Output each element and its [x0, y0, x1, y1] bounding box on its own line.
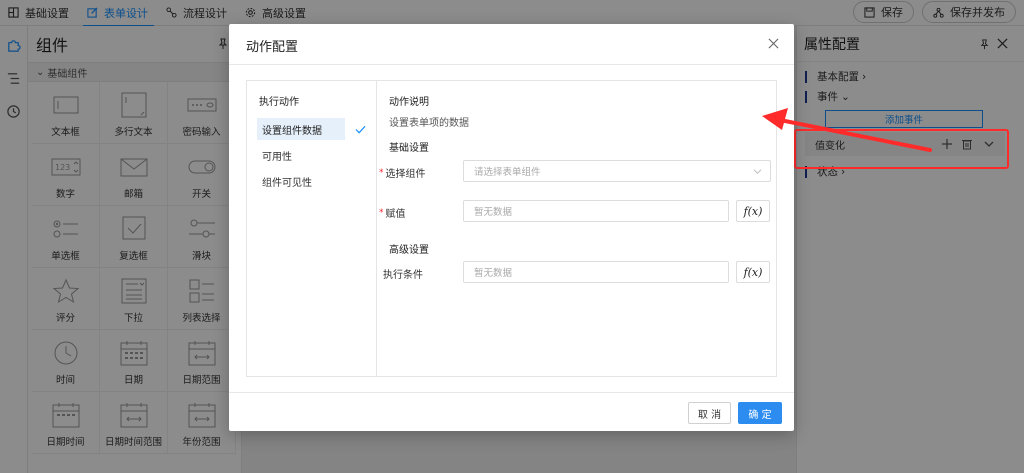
- action-label: 组件可见性: [262, 177, 312, 189]
- dialog-title: 动作配置: [246, 40, 299, 55]
- confirm-button[interactable]: 确 定: [738, 402, 782, 424]
- input-placeholder: 暂无数据: [474, 207, 513, 218]
- fx-label: f(x): [743, 265, 763, 279]
- cancel-button[interactable]: 取 消: [688, 402, 731, 424]
- desc-title: 动作说明: [389, 97, 429, 108]
- action-item-visibility[interactable]: 组件可见性: [257, 170, 345, 192]
- fx-label: f(x): [743, 204, 763, 218]
- select-component-label: * 选择组件: [379, 165, 426, 181]
- advanced-settings-title: 高级设置: [389, 245, 429, 256]
- assign-label: * 赋值: [379, 205, 406, 221]
- field-label: 赋值: [385, 209, 406, 220]
- action-item-set-data[interactable]: 设置组件数据: [257, 118, 345, 140]
- action-config-dialog: 动作配置 执行动作 设置组件数据 可用性 组件可见性 动作说明 设置表单项的数据…: [229, 24, 794, 431]
- action-list-title: 执行动作: [259, 97, 299, 108]
- select-component-select[interactable]: 请选择表单组件: [463, 160, 771, 182]
- required-mark: *: [379, 207, 384, 218]
- condition-formula-button[interactable]: f(x): [736, 261, 770, 283]
- chevron-down-icon: [753, 169, 762, 175]
- condition-label: 执行条件: [383, 266, 423, 281]
- required-mark: *: [379, 167, 384, 178]
- dialog-body: 执行动作 设置组件数据 可用性 组件可见性 动作说明 设置表单项的数据 基础设置…: [246, 80, 777, 377]
- input-placeholder: 暂无数据: [474, 268, 513, 279]
- select-placeholder: 请选择表单组件: [474, 167, 541, 178]
- field-label: 执行条件: [383, 270, 423, 281]
- action-label: 可用性: [262, 151, 292, 163]
- desc-text: 设置表单项的数据: [389, 118, 469, 129]
- action-list: 执行动作 设置组件数据 可用性 组件可见性: [247, 81, 377, 376]
- assign-formula-button[interactable]: f(x): [736, 200, 770, 222]
- annotation-arrow-icon: [762, 108, 932, 152]
- action-detail: 动作说明 设置表单项的数据 基础设置 * 选择组件 请选择表单组件 * 赋值 暂无数…: [377, 81, 777, 376]
- cancel-label: 取 消: [697, 409, 722, 421]
- action-item-availability[interactable]: 可用性: [257, 144, 345, 166]
- field-label: 选择组件: [385, 169, 426, 180]
- confirm-label: 确 定: [748, 409, 772, 421]
- assign-input[interactable]: 暂无数据: [463, 200, 729, 222]
- action-label: 设置组件数据: [262, 125, 322, 137]
- condition-input[interactable]: 暂无数据: [463, 261, 729, 283]
- dialog-footer-divider: [229, 392, 794, 393]
- basic-settings-title: 基础设置: [389, 143, 429, 154]
- check-icon: [355, 125, 366, 134]
- dialog-divider: [229, 64, 794, 65]
- close-icon[interactable]: [768, 38, 779, 49]
